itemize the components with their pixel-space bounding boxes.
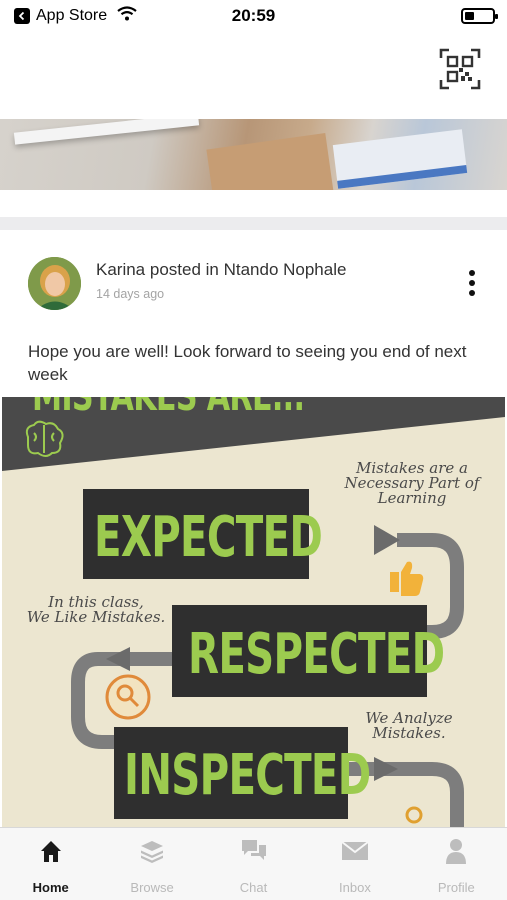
more-dot — [469, 280, 475, 286]
post-author[interactable]: Karina posted in Ntando Nophale — [96, 260, 346, 280]
tab-home[interactable]: Home — [0, 828, 101, 900]
battery-icon — [461, 8, 498, 24]
back-arrow-icon — [14, 8, 30, 24]
status-bar: App Store 20:59 — [0, 0, 507, 32]
more-dot — [469, 290, 475, 296]
tab-profile[interactable]: Profile — [406, 828, 507, 900]
wifi-icon — [117, 6, 137, 26]
title-text: MISTAKES ARE... — [32, 397, 305, 420]
tab-bar: Home Browse Chat Inbox Profile — [0, 827, 507, 900]
cover-photo — [0, 119, 507, 190]
layers-icon — [137, 836, 167, 866]
avatar[interactable] — [28, 257, 81, 310]
word-respected: RESPECTED — [188, 622, 445, 687]
person-icon — [441, 836, 471, 866]
post-image[interactable]: MISTAKES ARE... EXPECTED RESPECTED INSPE… — [2, 397, 505, 827]
tab-label: Home — [32, 880, 69, 895]
qr-code-button[interactable] — [439, 48, 481, 90]
chat-icon — [239, 836, 269, 866]
tab-chat[interactable]: Chat — [203, 828, 304, 900]
note-necessary: Mistakes are a Necessary Part of Learnin… — [344, 459, 480, 507]
qr-code-icon — [439, 48, 481, 90]
more-dot — [469, 270, 475, 276]
back-app-label: App Store — [36, 7, 108, 24]
tab-label: Chat — [239, 880, 268, 895]
note-class: In this class, We Like Mistakes. — [26, 593, 166, 626]
post-body: Hope you are well! Look forward to seein… — [28, 342, 467, 384]
section-divider — [0, 217, 507, 230]
back-to-app[interactable]: App Store — [14, 6, 137, 26]
tab-label: Profile — [437, 880, 475, 895]
tab-browse[interactable]: Browse — [101, 828, 202, 900]
tab-label: Inbox — [339, 880, 371, 895]
note-analyze: We Analyze Mistakes. — [365, 709, 453, 742]
more-options-button[interactable] — [462, 268, 482, 298]
tab-inbox[interactable]: Inbox — [304, 828, 405, 900]
envelope-icon — [340, 836, 370, 866]
home-icon — [36, 836, 66, 866]
word-expected: EXPECTED — [94, 505, 323, 570]
word-inspected: INSPECTED — [124, 743, 371, 808]
post-timestamp: 14 days ago — [96, 287, 165, 301]
tab-label: Browse — [130, 880, 174, 895]
